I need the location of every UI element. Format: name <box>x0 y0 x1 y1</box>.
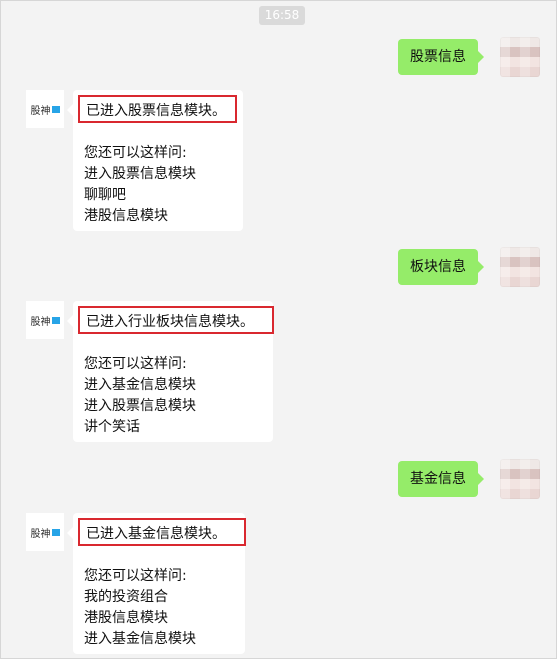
suggestion-prompt: 您还可以这样问: <box>84 356 187 372</box>
user-message-row: 板块信息 <box>240 247 540 287</box>
bot-avatar[interactable]: 股神 <box>26 301 64 339</box>
bot-logo-text: 股神 <box>30 316 51 328</box>
bot-headline: 已进入行业板块信息模块。 <box>78 306 274 334</box>
suggestion-link[interactable]: 港股信息模块 <box>84 205 168 225</box>
user-message-row: 股票信息 <box>240 37 540 77</box>
suggestion-link[interactable]: 进入基金信息模块 <box>84 628 196 648</box>
suggestion-link[interactable]: 聊聊吧 <box>84 184 126 204</box>
suggestion-link[interactable]: 港股信息模块 <box>84 607 168 627</box>
bot-message-bubble: 已进入行业板块信息模块。 您还可以这样问: 进入基金信息模块 进入股票信息模块 … <box>67 301 274 442</box>
suggestion-prompt: 您还可以这样问: <box>84 568 187 584</box>
bot-message-bubble: 已进入股票信息模块。 您还可以这样问: 进入股票信息模块 聊聊吧 港股信息模块 <box>67 90 243 231</box>
bot-logo-mark-icon <box>51 528 60 536</box>
bot-logo-mark-icon <box>51 316 60 324</box>
user-message-bubble[interactable]: 板块信息 <box>398 249 484 285</box>
user-message-row: 基金信息 <box>240 459 540 499</box>
suggestion-link[interactable]: 进入股票信息模块 <box>84 395 196 415</box>
bot-headline: 已进入基金信息模块。 <box>78 518 246 546</box>
user-message-bubble[interactable]: 基金信息 <box>398 461 484 497</box>
user-avatar[interactable] <box>500 459 540 499</box>
bot-logo-mark-icon <box>51 105 60 113</box>
bot-avatar[interactable]: 股神 <box>26 513 64 551</box>
suggestion-link[interactable]: 进入股票信息模块 <box>84 163 196 183</box>
chat-timestamp: 16:58 <box>259 6 305 25</box>
bot-headline: 已进入股票信息模块。 <box>78 95 237 123</box>
bot-message-bubble: 已进入基金信息模块。 您还可以这样问: 我的投资组合 港股信息模块 进入基金信息… <box>67 513 246 654</box>
user-avatar[interactable] <box>500 247 540 287</box>
suggestion-link[interactable]: 进入基金信息模块 <box>84 374 196 394</box>
suggestion-prompt: 您还可以这样问: <box>84 145 187 161</box>
bot-logo-text: 股神 <box>30 528 51 540</box>
user-avatar[interactable] <box>500 37 540 77</box>
suggestion-link[interactable]: 我的投资组合 <box>84 586 168 606</box>
bot-avatar[interactable]: 股神 <box>26 90 64 128</box>
bot-logo-text: 股神 <box>30 105 51 117</box>
user-message-bubble[interactable]: 股票信息 <box>398 39 484 75</box>
suggestion-link[interactable]: 讲个笑话 <box>84 416 140 436</box>
